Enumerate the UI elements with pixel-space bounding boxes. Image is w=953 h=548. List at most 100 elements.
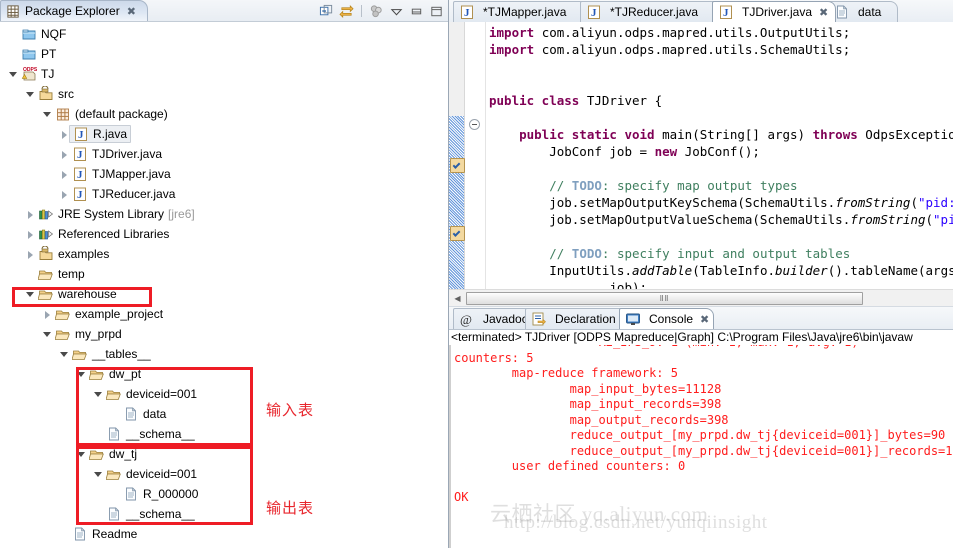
- tree-item-example-project[interactable]: example_project: [0, 304, 448, 324]
- tree-item-tjmapper-java[interactable]: J TJMapper.java: [0, 164, 448, 184]
- twisty-collapsed-icon[interactable]: [59, 149, 70, 160]
- console-output-area[interactable]: R2_IFS_9: 1 (min: 1, max: 1, avg: 1) cou…: [449, 345, 953, 548]
- twisty-expanded-icon[interactable]: [76, 449, 87, 460]
- tree-item-src[interactable]: src: [0, 84, 448, 104]
- tree-item-warehouse[interactable]: warehouse: [0, 284, 448, 304]
- tree-item-r-000000[interactable]: R_000000: [0, 484, 448, 504]
- close-icon[interactable]: ✖: [819, 7, 828, 18]
- tree-item-readme[interactable]: Readme: [0, 524, 448, 544]
- tree-item-deviceid-001[interactable]: deviceid=001: [0, 384, 448, 404]
- twisty-expanded-icon[interactable]: [8, 69, 19, 80]
- tree-item-label: Referenced Libraries: [58, 227, 170, 241]
- tree-item-examples[interactable]: examples: [0, 244, 448, 264]
- code-token: public class: [489, 93, 587, 108]
- editor-tab-tjreducer-java[interactable]: J *TJReducer.java: [580, 1, 720, 22]
- twisty-collapsed-icon[interactable]: [25, 249, 36, 260]
- twisty-collapsed-icon[interactable]: [59, 129, 70, 140]
- code-line: InputUtils.addTable(TableInfo.builder().…: [489, 262, 953, 279]
- annotation-input-table: 输入表: [266, 401, 315, 419]
- scroll-left-arrow-icon[interactable]: ◀: [449, 294, 466, 303]
- console-output-text: R2_IFS_9: 1 (min: 1, max: 1, avg: 1) cou…: [454, 345, 953, 504]
- tree-item-jre-system-library[interactable]: JRE System Library [jre6]: [0, 204, 448, 224]
- twisty-collapsed-icon[interactable]: [25, 209, 36, 220]
- console-tab-declaration[interactable]: Declaration: [525, 308, 627, 329]
- twisty-expanded-icon[interactable]: [42, 329, 53, 340]
- java-file-icon: J: [74, 187, 86, 201]
- tree-item-default-package[interactable]: (default package): [0, 104, 448, 124]
- editor-tab-data[interactable]: data: [828, 1, 898, 22]
- source-folder-icon: [39, 86, 53, 100]
- svg-text:J: J: [591, 7, 597, 19]
- tree-item-tjreducer-java[interactable]: J TJReducer.java: [0, 184, 448, 204]
- tree-item-dw-tj[interactable]: dw_tj: [0, 444, 448, 464]
- tab-package-explorer[interactable]: Package Explorer ✖: [0, 0, 148, 21]
- twisty-expanded-icon[interactable]: [93, 469, 104, 480]
- tree-item-content: JRE System Library [jre6]: [38, 206, 195, 222]
- editor-folding-bar[interactable]: [465, 22, 486, 306]
- chevron-down-icon[interactable]: [389, 4, 404, 19]
- tree-item-deviceid-001[interactable]: deviceid=001: [0, 464, 448, 484]
- tree-item-content: examples: [38, 246, 109, 262]
- folder-open-icon: [55, 310, 70, 320]
- console-tab-javadoc[interactable]: @ Javadoc: [453, 308, 533, 329]
- twisty-collapsed-icon[interactable]: [59, 169, 70, 180]
- tree-item-r-java[interactable]: J R.java: [0, 124, 448, 144]
- editor-marker-bar[interactable]: [449, 22, 465, 306]
- twisty-collapsed-icon[interactable]: [42, 309, 53, 320]
- link-with-editor-icon[interactable]: [339, 4, 354, 19]
- tree-item-dw-pt[interactable]: dw_pt: [0, 364, 448, 384]
- tree-item-label: warehouse: [58, 287, 117, 301]
- todo-marker-icon[interactable]: [450, 158, 465, 173]
- tree-item-content: warehouse: [38, 286, 117, 302]
- twisty-expanded-icon[interactable]: [42, 109, 53, 120]
- editor-tab-label: *TJMapper.java: [483, 5, 567, 19]
- maximize-icon[interactable]: [429, 4, 444, 19]
- twisty-collapsed-icon[interactable]: [25, 229, 36, 240]
- close-icon[interactable]: ✖: [127, 6, 136, 17]
- tree-item-tjdriver-java[interactable]: J TJDriver.java: [0, 144, 448, 164]
- scrollbar-thumb[interactable]: ⅡⅡ: [466, 291, 863, 305]
- close-icon[interactable]: ✖: [700, 314, 709, 325]
- tree-item-my-prpd[interactable]: my_prpd: [0, 324, 448, 344]
- tree-item-data[interactable]: data: [0, 404, 448, 424]
- twisty-expanded-icon[interactable]: [93, 389, 104, 400]
- project-tree[interactable]: NQF PT ODPS TJ src (default package) J R.java J T…: [0, 21, 448, 548]
- code-editor[interactable]: import com.aliyun.odps.mapred.utils.Outp…: [449, 22, 953, 307]
- console-process-header: <terminated> TJDriver [ODPS Mapreduce|Gr…: [451, 330, 913, 344]
- console-tab-label: Javadoc: [483, 312, 528, 326]
- twisty-expanded-icon[interactable]: [25, 89, 36, 100]
- tree-item-tj[interactable]: ODPS TJ: [0, 64, 448, 84]
- scrollbar-track[interactable]: ⅡⅡ: [466, 291, 863, 305]
- code-content[interactable]: import com.aliyun.odps.mapred.utils.Outp…: [489, 22, 953, 306]
- twisty-placeholder: [8, 49, 19, 60]
- twisty-expanded-icon[interactable]: [25, 289, 36, 300]
- twisty-expanded-icon[interactable]: [59, 349, 70, 360]
- tree-item-pt[interactable]: PT: [0, 44, 448, 64]
- minimize-icon[interactable]: [409, 4, 424, 19]
- tree-item-schema[interactable]: __schema__: [0, 424, 448, 444]
- view-menu-icon[interactable]: [369, 4, 384, 19]
- editor-horizontal-scrollbar[interactable]: ◀ ⅡⅡ: [449, 289, 953, 306]
- editor-tab-tjmapper-java[interactable]: J *TJMapper.java: [453, 1, 588, 22]
- tree-item-label: dw_pt: [109, 367, 142, 381]
- collapse-all-icon[interactable]: [319, 4, 334, 19]
- code-line: JobConf job = new JobConf();: [489, 143, 953, 160]
- editor-tab-tjdriver-java[interactable]: J TJDriver.java ✖: [712, 1, 836, 22]
- console-tab-console[interactable]: Console ✖: [619, 308, 714, 329]
- twisty-expanded-icon[interactable]: [76, 369, 87, 380]
- tree-item-temp[interactable]: temp: [0, 264, 448, 284]
- tree-item-content: deviceid=001: [106, 466, 197, 482]
- code-token: import: [489, 25, 542, 40]
- twisty-collapsed-icon[interactable]: [59, 189, 70, 200]
- todo-marker-icon[interactable]: [450, 226, 465, 241]
- svg-text:J: J: [77, 169, 83, 181]
- tree-item-schema[interactable]: __schema__: [0, 504, 448, 524]
- tree-item-referenced-libraries[interactable]: Referenced Libraries: [0, 224, 448, 244]
- tree-item-tables[interactable]: __tables__: [0, 344, 448, 364]
- tree-item-nqf[interactable]: NQF: [0, 24, 448, 44]
- editor-tab-label: *TJReducer.java: [610, 5, 699, 19]
- fold-collapse-icon[interactable]: [469, 119, 480, 130]
- folder-open-icon: [72, 350, 87, 360]
